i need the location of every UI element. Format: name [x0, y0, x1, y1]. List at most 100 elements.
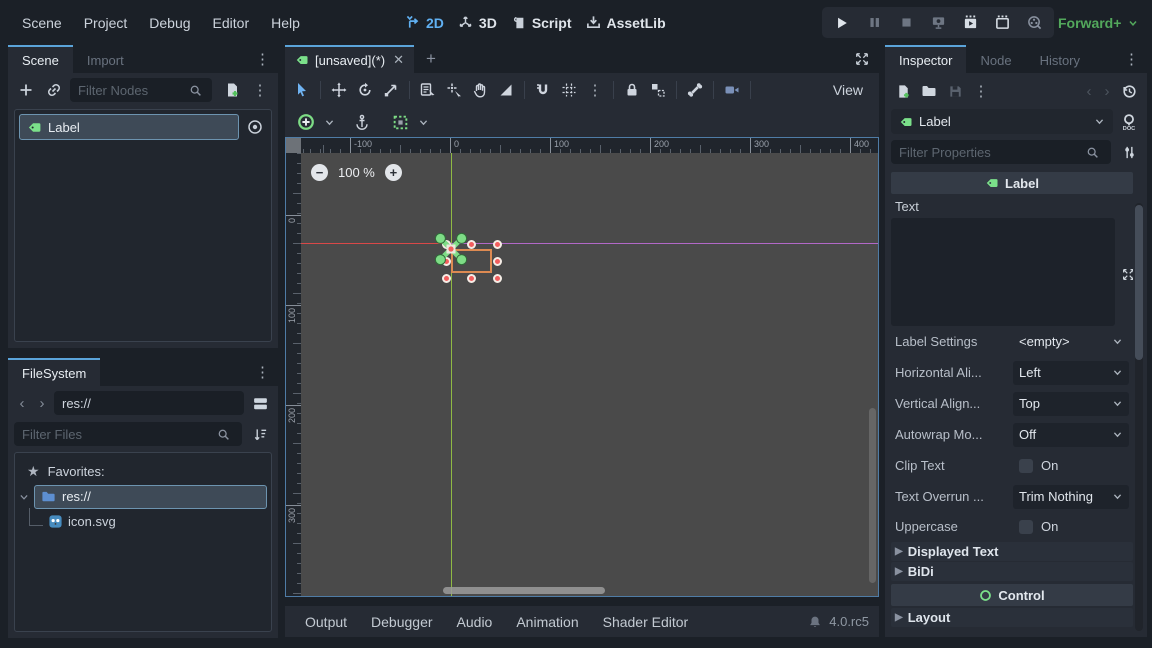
tab-history[interactable]: History	[1026, 45, 1094, 73]
visibility-eye-icon[interactable]	[243, 115, 267, 139]
tab-assetlib[interactable]: AssetLib	[586, 15, 666, 31]
nav-back-icon[interactable]: ‹	[14, 395, 30, 412]
tab-script[interactable]: Script	[511, 15, 572, 31]
zoom-out-button[interactable]: −	[311, 164, 328, 181]
scene-tree-menu-icon[interactable]: ⋮	[248, 78, 272, 102]
expand-viewport-icon[interactable]	[845, 45, 879, 73]
text-overrun-dropdown[interactable]: Trim Nothing	[1013, 485, 1129, 509]
group-icon[interactable]	[645, 77, 671, 103]
clip-text-checkbox[interactable]	[1019, 459, 1033, 473]
file-row[interactable]: icon.svg	[19, 509, 267, 534]
zoom-level-label[interactable]: 100 %	[338, 165, 375, 180]
bottom-tab-audio[interactable]: Audio	[447, 610, 503, 634]
inspector-dock-menu-icon[interactable]: ⋮	[1116, 45, 1147, 73]
add-scene-tab-button[interactable]: +	[414, 45, 448, 73]
attach-script-button[interactable]	[220, 78, 244, 102]
bottom-tab-debugger[interactable]: Debugger	[361, 610, 443, 634]
position-preset-icon[interactable]	[293, 109, 319, 135]
movie-maker-icon[interactable]	[1020, 10, 1048, 36]
section-layout[interactable]: ▶ Layout	[891, 608, 1133, 627]
camera-override-icon[interactable]	[719, 77, 745, 103]
play-scene-button[interactable]	[956, 10, 984, 36]
pause-button[interactable]	[860, 10, 888, 36]
filesystem-dock-menu-icon[interactable]: ⋮	[247, 358, 278, 386]
select-tool-icon[interactable]	[289, 77, 315, 103]
menu-scene[interactable]: Scene	[12, 10, 72, 36]
property-filter-options-icon[interactable]	[1117, 140, 1141, 164]
stop-button[interactable]	[892, 10, 920, 36]
bottom-tab-output[interactable]: Output	[295, 610, 357, 634]
rotate-tool-icon[interactable]	[352, 77, 378, 103]
add-node-button[interactable]	[14, 78, 38, 102]
text-property-textarea[interactable]	[891, 218, 1115, 326]
play-button[interactable]	[828, 10, 856, 36]
view-menu-button[interactable]: View	[821, 82, 875, 98]
tab-import[interactable]: Import	[73, 45, 138, 73]
resize-handle[interactable]	[493, 257, 502, 266]
tab-node[interactable]: Node	[966, 45, 1025, 73]
filter-files-input[interactable]	[14, 422, 242, 446]
resize-handle[interactable]	[493, 274, 502, 283]
smart-snap-icon[interactable]	[530, 77, 556, 103]
sizing-chevron-icon[interactable]	[415, 109, 431, 135]
vertical-scrollbar[interactable]	[869, 153, 876, 596]
tab-3d[interactable]: 3D	[458, 15, 497, 31]
bottom-tab-animation[interactable]: Animation	[506, 610, 588, 634]
uppercase-checkbox[interactable]	[1019, 520, 1033, 534]
split-view-icon[interactable]	[248, 391, 272, 415]
pivot-tool-icon[interactable]	[441, 77, 467, 103]
skeleton-bone-icon[interactable]	[682, 77, 708, 103]
tab-2d[interactable]: 2D	[405, 15, 444, 31]
tab-inspector[interactable]: Inspector	[885, 45, 966, 73]
category-label[interactable]: Label	[891, 172, 1133, 194]
expand-text-icon[interactable]	[1122, 268, 1133, 284]
horizontal-scrollbar[interactable]	[301, 587, 878, 594]
history-back-icon[interactable]: ‹	[1081, 83, 1097, 100]
path-field[interactable]	[54, 391, 244, 415]
canvas[interactable]: − 100 % +	[301, 153, 878, 596]
container-sizing-icon[interactable]	[387, 109, 413, 135]
grid-snap-icon[interactable]	[556, 77, 582, 103]
scale-tool-icon[interactable]	[378, 77, 404, 103]
anchor-mode-icon[interactable]	[349, 109, 375, 135]
menu-editor[interactable]: Editor	[203, 10, 260, 36]
lock-icon[interactable]	[619, 77, 645, 103]
tab-scene[interactable]: Scene	[8, 45, 73, 73]
scene-tab-unsaved[interactable]: [unsaved](*) ✕	[285, 45, 414, 73]
zoom-in-button[interactable]: +	[385, 164, 402, 181]
pan-tool-icon[interactable]	[467, 77, 493, 103]
remote-debug-icon[interactable]	[924, 10, 952, 36]
history-forward-icon[interactable]: ›	[1099, 83, 1115, 100]
menu-project[interactable]: Project	[74, 10, 138, 36]
collapse-chevron-icon[interactable]	[19, 492, 29, 502]
ruler-tool-icon[interactable]	[493, 77, 519, 103]
resource-options-icon[interactable]: ⋮	[969, 79, 993, 103]
category-control[interactable]: Control	[891, 584, 1133, 606]
vertical-alignment-dropdown[interactable]: Top	[1013, 392, 1129, 416]
close-icon[interactable]: ✕	[391, 52, 404, 68]
res-root-item[interactable]: res://	[34, 485, 267, 509]
node-selector[interactable]: Label	[891, 109, 1113, 134]
new-resource-icon[interactable]	[891, 79, 915, 103]
menu-debug[interactable]: Debug	[139, 10, 200, 36]
menu-help[interactable]: Help	[261, 10, 310, 36]
sort-files-icon[interactable]	[248, 422, 272, 446]
open-docs-icon[interactable]: DOC	[1117, 110, 1141, 134]
nav-forward-icon[interactable]: ›	[34, 395, 50, 412]
snap-options-icon[interactable]: ⋮	[582, 77, 608, 103]
tab-filesystem[interactable]: FileSystem	[8, 358, 100, 386]
filter-properties-input[interactable]	[891, 140, 1111, 164]
label-settings-value[interactable]: <empty>	[1013, 334, 1129, 349]
move-tool-icon[interactable]	[326, 77, 352, 103]
scene-node-label[interactable]: Label	[19, 114, 239, 140]
autowrap-mode-dropdown[interactable]: Off	[1013, 423, 1129, 447]
load-resource-icon[interactable]	[917, 79, 941, 103]
resize-handle[interactable]	[493, 240, 502, 249]
section-displayed-text[interactable]: ▶ Displayed Text	[891, 542, 1133, 561]
renderer-selector[interactable]: Forward+	[1058, 0, 1139, 45]
list-select-icon[interactable]	[415, 77, 441, 103]
inspector-scrollbar[interactable]	[1135, 203, 1143, 631]
preset-chevron-icon[interactable]	[321, 109, 337, 135]
instance-scene-button[interactable]	[42, 78, 66, 102]
play-custom-scene-button[interactable]	[988, 10, 1016, 36]
